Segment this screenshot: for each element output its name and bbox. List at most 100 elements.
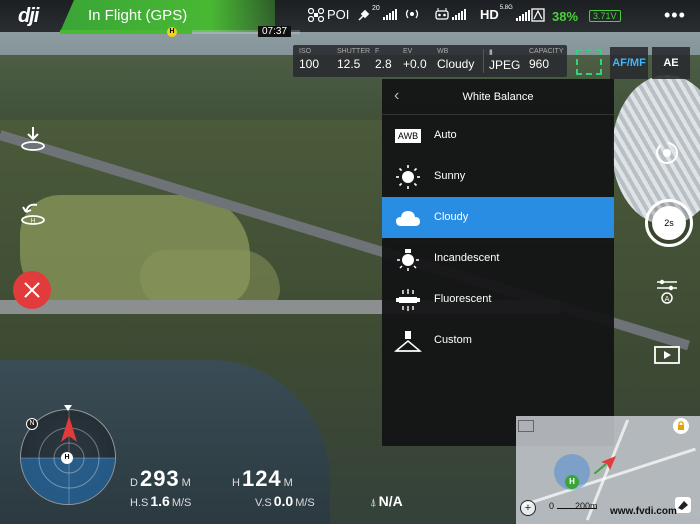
vps-value: N/A xyxy=(378,493,403,509)
rc-signal[interactable] xyxy=(435,7,466,21)
obstacle-sensing[interactable] xyxy=(403,7,421,21)
playback-button[interactable] xyxy=(652,340,682,370)
distance-unit: M xyxy=(181,477,191,489)
flight-time: 07:37 xyxy=(258,26,292,37)
aperture-param: F 2.8 xyxy=(375,48,392,71)
battery-percent: 38% xyxy=(552,9,579,24)
hspeed-value: 1.6 xyxy=(150,493,170,509)
height-key: H xyxy=(232,477,240,489)
map-zoom-icon[interactable]: + xyxy=(520,500,536,516)
watermark: www.fvdi.com xyxy=(610,506,677,517)
radar-home-icon: H xyxy=(61,452,73,464)
shutter-label: SHUTTER xyxy=(337,48,371,55)
map-scale-end: 200m xyxy=(575,501,598,511)
aircraft-heading-icon xyxy=(61,416,77,442)
fluorescent-icon xyxy=(394,286,422,314)
poi-label: POI xyxy=(327,7,350,22)
takeoff-landing-icon xyxy=(21,127,45,151)
dji-logo[interactable]: dji xyxy=(18,5,39,28)
sliders-icon: A xyxy=(657,279,677,304)
return-home-icon: H xyxy=(21,203,45,225)
aperture-label: F xyxy=(375,48,380,55)
auto-takeoff-button[interactable] xyxy=(18,124,48,154)
svg-text:A: A xyxy=(665,295,670,303)
camera-settings-button[interactable]: A xyxy=(652,276,682,306)
map-eraser-icon[interactable] xyxy=(675,497,691,513)
capacity-label: CAPACITY xyxy=(529,48,564,55)
focus-frame-icon[interactable] xyxy=(576,49,602,75)
hspeed-unit: M/S xyxy=(171,497,192,509)
format-value: JPEG xyxy=(489,58,521,72)
gps-signal-bars xyxy=(382,8,397,20)
wb-panel-title: White Balance xyxy=(462,91,534,103)
ev-value: +0.0 xyxy=(403,57,427,71)
battery-settings[interactable] xyxy=(530,7,546,23)
wb-option-label: Sunny xyxy=(434,170,466,182)
photo-video-switch-icon xyxy=(656,142,678,164)
battery-icon xyxy=(531,8,545,22)
poi-indicator[interactable]: POI xyxy=(308,7,349,22)
wb-option-cloudy[interactable]: Cloudy xyxy=(382,197,614,238)
horizontal-speed-readout: H.S 1.6 M/S xyxy=(130,493,191,509)
cloud-icon xyxy=(394,204,422,232)
wb-option-label: Fluorescent xyxy=(434,293,492,305)
play-icon xyxy=(654,346,680,364)
rc-signal-bars xyxy=(452,8,466,20)
ae-lock-button[interactable]: AE xyxy=(652,47,690,79)
wb-option-incandescent[interactable]: Incandescent xyxy=(382,238,614,279)
height-value: 124 xyxy=(241,466,282,491)
vspeed-value: 0.0 xyxy=(273,493,294,509)
distance-value: 293 xyxy=(139,466,180,491)
wb-option-label: Cloudy xyxy=(434,211,469,223)
map-home-icon: H xyxy=(565,475,579,489)
iso-param: ISO 100 xyxy=(299,48,319,71)
map-lock-icon[interactable] xyxy=(673,418,689,434)
flight-status-banner[interactable]: In Flight (GPS) xyxy=(60,0,275,32)
sun-icon xyxy=(394,163,422,191)
map-scale-start: 0 xyxy=(549,501,555,511)
heading-marker-icon xyxy=(64,405,72,411)
hd-signal-bars xyxy=(515,9,530,21)
gps-count: 20 xyxy=(372,4,380,12)
wb-option-custom[interactable]: Custom xyxy=(382,320,614,361)
shutter-value: 12.5 xyxy=(337,57,361,71)
custom-wb-icon xyxy=(394,327,422,355)
remote-controller-icon xyxy=(435,8,449,20)
wb-value: Cloudy xyxy=(437,57,475,71)
radar-waves-icon xyxy=(405,9,419,19)
map-aircraft-icon xyxy=(594,456,616,474)
wb-option-label: Auto xyxy=(434,129,457,141)
progress-home-icon: H xyxy=(167,27,177,37)
stop-close-button[interactable] xyxy=(13,271,51,309)
wb-option-label: Incandescent xyxy=(434,252,500,264)
wb-option-auto[interactable]: AWB Auto xyxy=(382,115,614,156)
vspeed-key: V.S xyxy=(255,497,272,509)
shutter-param: SHUTTER 12.5 xyxy=(337,48,370,71)
wb-option-sunny[interactable]: Sunny xyxy=(382,156,614,197)
height-unit: M xyxy=(283,477,293,489)
af-mf-toggle[interactable]: AF/MF xyxy=(610,47,648,79)
capacity-param: CAPACITY 960 xyxy=(529,48,564,71)
shutter-button[interactable]: 2s xyxy=(645,199,693,247)
return-to-home-button[interactable]: H xyxy=(18,198,48,228)
format-param: ▮ JPEG xyxy=(489,48,520,72)
wb-option-fluorescent[interactable]: Fluorescent xyxy=(382,279,614,320)
wb-label: WB xyxy=(437,48,449,55)
iso-value: 100 xyxy=(299,57,320,71)
hd-band: 5.8G xyxy=(499,4,513,11)
vertical-speed-readout: V.S 0.0 M/S xyxy=(255,493,315,509)
hd-signal[interactable]: HD 5.8G xyxy=(480,4,530,22)
camera-switch-button[interactable] xyxy=(652,138,682,168)
more-menu-icon[interactable]: ••• xyxy=(664,5,686,26)
gps-signal[interactable]: 20 xyxy=(358,4,397,21)
vision-positioning-readout: ⍋ N/A xyxy=(370,493,403,510)
flight-status-text: In Flight (GPS) xyxy=(88,7,188,24)
map-layers-icon[interactable] xyxy=(518,420,534,432)
svg-text:H: H xyxy=(31,218,36,225)
compass-north-icon: N xyxy=(26,418,38,430)
camera-bar-divider xyxy=(483,49,484,73)
capacity-value: 960 xyxy=(529,57,550,71)
hspeed-key: H.S xyxy=(130,497,149,509)
bulb-icon xyxy=(394,245,422,273)
camera-settings-bar[interactable]: ISO 100 SHUTTER 12.5 F 2.8 EV +0.0 WB Cl… xyxy=(293,45,567,77)
